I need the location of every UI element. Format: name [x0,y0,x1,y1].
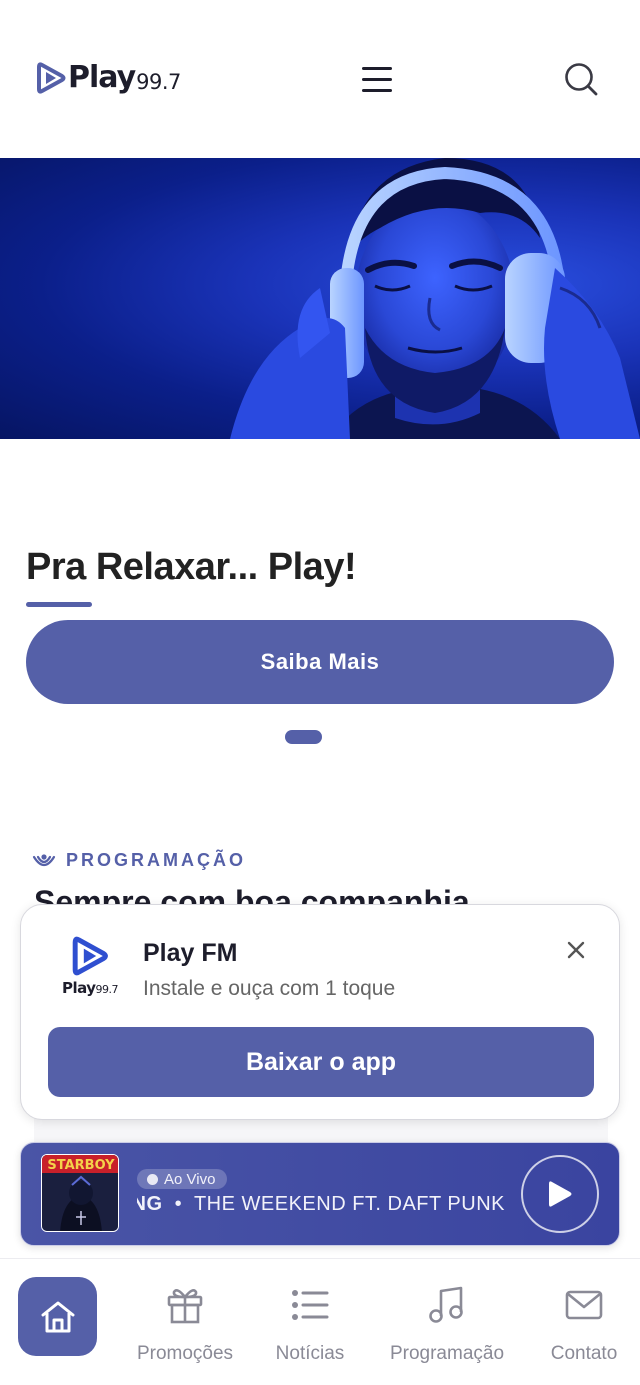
download-app-button[interactable]: Baixar o app [48,1027,594,1097]
live-label: Ao Vivo [164,1170,216,1188]
mail-icon [565,1290,603,1320]
logo[interactable]: Play 99.7 [36,60,181,95]
play-logo-icon [37,61,66,94]
music-note-icon [429,1286,463,1323]
programacao-label-text: PROGRAMAÇÃO [66,850,246,870]
play-button[interactable] [521,1155,599,1233]
nav-noticias[interactable]: Notícias [266,1283,354,1365]
app-name: Play FM [143,939,238,967]
play-logo-icon [72,936,108,976]
nav-label-contato: Contato [550,1343,618,1364]
header: Play 99.7 [0,0,640,158]
programacao-label: PROGRAMAÇÃO [32,850,246,871]
hamburger-menu-icon[interactable] [358,62,396,96]
home-icon [41,1301,74,1332]
ticker-separator: • [174,1193,183,1215]
app-install-banner: Play99.7 Play FM Instale e ouça com 1 to… [20,904,620,1120]
live-player: STARBOY Ao Vivo NG • THE WEEKEND FT. DAF… [20,1142,620,1246]
list-icon [292,1290,329,1320]
bottom-navigation: Promoções Notícias Programação Contato [0,1258,640,1385]
hero-banner-image [0,158,640,439]
logo-word: Play [68,60,136,95]
nav-home[interactable] [18,1277,97,1356]
nav-label-promocoes: Promoções [136,1343,234,1364]
ticker-artist: THE WEEKEND FT. DAFT PUNK [193,1193,505,1215]
app-logo: Play99.7 [55,935,125,997]
ticker-song: NG [137,1193,163,1215]
app-logo-text: Play99.7 [61,979,119,997]
album-cover: STARBOY [41,1154,119,1232]
close-icon[interactable] [559,933,593,967]
nav-promocoes[interactable]: Promoções [130,1283,240,1365]
logo-number: 99.7 [136,69,181,94]
gift-icon [167,1289,203,1324]
play-icon [549,1181,572,1207]
nav-contato[interactable]: Contato [540,1283,628,1365]
live-dot [147,1173,158,1185]
search-icon[interactable] [560,58,602,100]
carousel-indicator[interactable] [285,730,322,744]
title-underline [26,602,92,607]
hero-title: Pra Relaxar... Play! [26,546,357,588]
now-playing-ticker: NG • THE WEEKEND FT. DAFT PUNK [137,1193,505,1223]
app-page: Play 99.7 Pra Relaxar... Play! Saiba Mai… [0,0,640,1385]
live-badge: Ao Vivo [137,1169,228,1189]
nav-label-programacao: Programação [389,1343,505,1364]
album-cover-title: STARBOY [47,1158,115,1173]
app-subtitle: Instale e ouça com 1 toque [143,977,396,1000]
nav-programacao[interactable]: Programação [380,1283,514,1365]
radio-waves-icon [32,853,56,866]
nav-label-noticias: Notícias [275,1343,345,1364]
saiba-mais-button[interactable]: Saiba Mais [26,620,614,704]
